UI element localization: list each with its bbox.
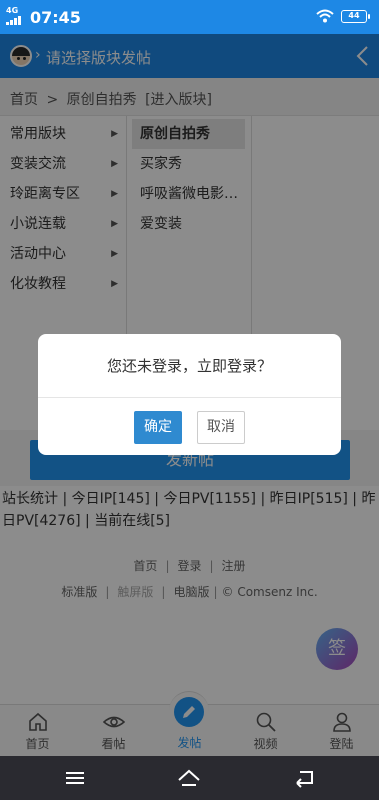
wifi-icon xyxy=(316,9,334,23)
battery-icon: 44 xyxy=(341,10,370,23)
clock: 07:45 xyxy=(30,8,81,27)
signal-icon xyxy=(6,15,22,25)
system-navbar xyxy=(0,756,379,800)
network-label: 4G xyxy=(6,6,19,15)
status-bar: 4G 07:45 44 xyxy=(0,0,379,34)
cancel-button[interactable]: 取消 xyxy=(197,411,245,444)
dialog-message: 您还未登录，立即登录？ xyxy=(38,334,341,398)
login-dialog: 您还未登录，立即登录？ 确定 取消 xyxy=(38,334,341,455)
back-nav-icon[interactable] xyxy=(292,766,318,790)
home-nav-icon[interactable] xyxy=(176,766,202,790)
menu-icon[interactable] xyxy=(62,766,88,790)
confirm-button[interactable]: 确定 xyxy=(134,411,182,444)
